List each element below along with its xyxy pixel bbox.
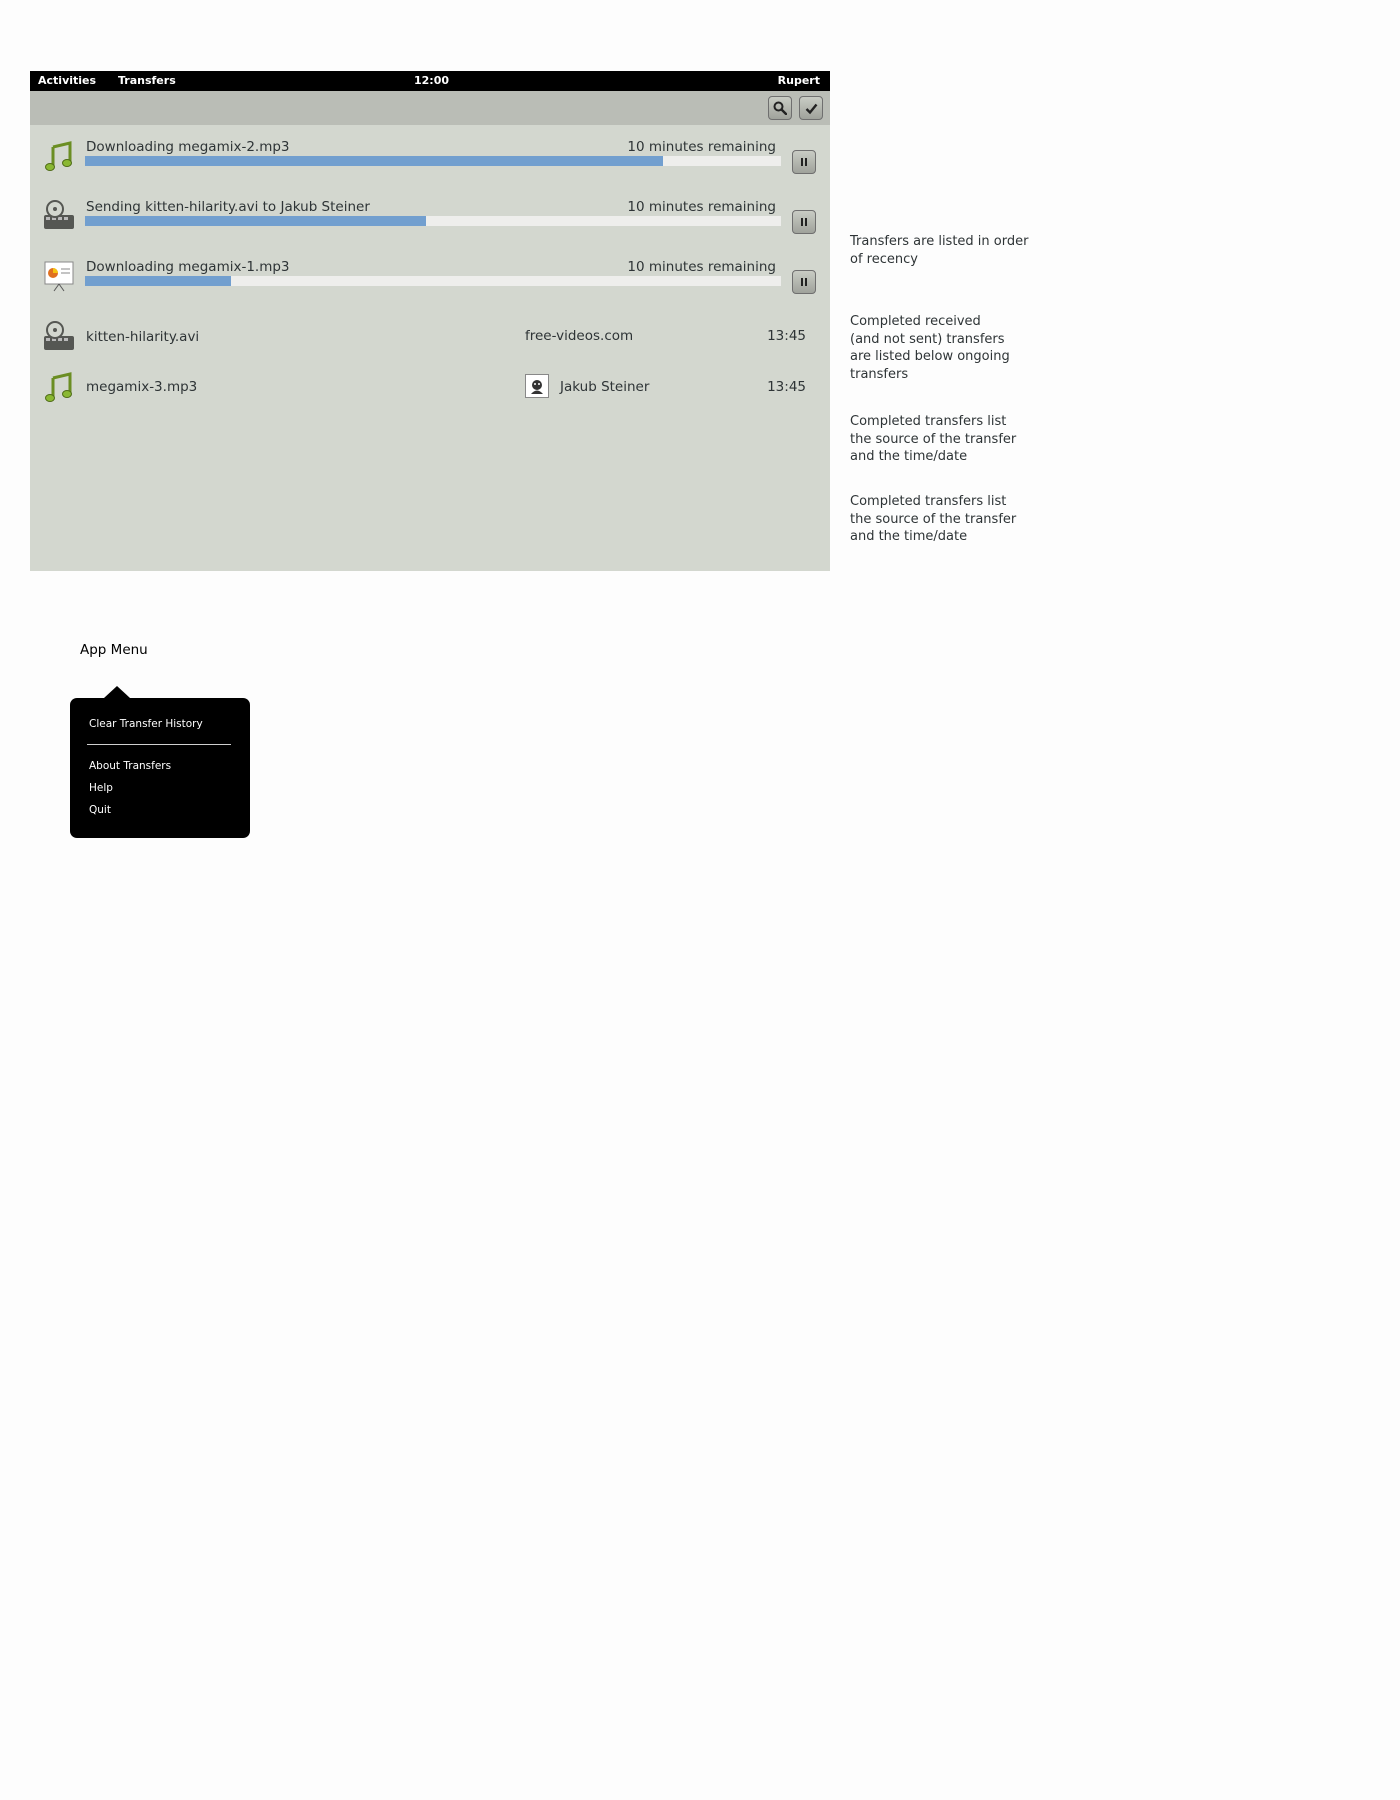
menu-item-quit[interactable]: Quit — [89, 804, 111, 816]
completed-row[interactable]: megamix-3.mp3 Jakub Steiner 13:45 — [30, 366, 830, 410]
menu-pointer — [104, 686, 130, 698]
time-remaining: 10 minutes remaining — [627, 139, 776, 155]
completed-row[interactable]: kitten-hilarity.avi free-videos.com 13:4… — [30, 316, 830, 360]
app-menu-button[interactable]: Transfers — [118, 75, 176, 87]
annotation-source-time: Completed transfers list the source of t… — [850, 414, 1017, 464]
pause-icon — [801, 158, 807, 166]
progress-bar — [85, 276, 781, 286]
time-remaining: 10 minutes remaining — [627, 259, 776, 275]
presentation-file-icon — [44, 261, 74, 292]
clock[interactable]: 12:00 — [414, 75, 449, 87]
progress-fill — [85, 276, 232, 286]
transfer-source: Jakub Steiner — [560, 379, 650, 395]
video-file-icon — [44, 321, 74, 350]
activities-button[interactable]: Activities — [38, 75, 96, 87]
transfer-row[interactable]: Sending kitten-hilarity.avi to Jakub Ste… — [30, 191, 830, 247]
transfer-time: 13:45 — [767, 328, 806, 344]
progress-fill — [85, 156, 663, 166]
transfer-title: Sending kitten-hilarity.avi to Jakub Ste… — [86, 199, 370, 215]
pause-button[interactable] — [792, 270, 816, 294]
file-name: megamix-3.mp3 — [86, 379, 198, 395]
app-menu-popover: Clear Transfer History About Transfers H… — [70, 698, 250, 838]
search-icon — [773, 101, 787, 115]
contact-avatar-icon — [529, 378, 545, 394]
file-name: kitten-hilarity.avi — [86, 329, 200, 345]
checkmark-icon — [805, 103, 817, 114]
pause-icon — [801, 278, 807, 286]
audio-file-icon — [45, 372, 72, 402]
avatar — [525, 374, 549, 398]
menu-separator — [87, 744, 231, 745]
progress-fill — [85, 216, 427, 226]
header-bar — [30, 91, 830, 125]
user-menu[interactable]: Rupert — [778, 75, 820, 87]
audio-file-icon — [45, 141, 72, 171]
progress-bar — [85, 156, 781, 166]
annotation-completed-received: Completed received (and not sent) transf… — [850, 314, 1010, 382]
search-button[interactable] — [768, 96, 792, 120]
annotation-recency: Transfers are listed in order of recency — [850, 234, 1029, 267]
top-bar: Activities Transfers 12:00 Rupert — [30, 71, 830, 91]
pause-icon — [801, 218, 807, 226]
pause-button[interactable] — [792, 210, 816, 234]
annotation-source-time-duplicate: Completed transfers list the source of t… — [850, 494, 1017, 544]
transfer-title: Downloading megamix-1.mp3 — [86, 259, 290, 275]
time-remaining: 10 minutes remaining — [627, 199, 776, 215]
selection-mode-button[interactable] — [799, 96, 823, 120]
transfer-time: 13:45 — [767, 379, 806, 395]
progress-bar — [85, 216, 781, 226]
menu-item-clear-history[interactable]: Clear Transfer History — [89, 718, 203, 730]
transfer-row[interactable]: Downloading megamix-1.mp3 10 minutes rem… — [30, 251, 830, 307]
video-file-icon — [44, 200, 74, 229]
transfer-title: Downloading megamix-2.mp3 — [86, 139, 290, 155]
transfers-window: Activities Transfers 12:00 Rupert Downlo… — [30, 71, 830, 571]
transfer-row[interactable]: Downloading megamix-2.mp3 10 minutes rem… — [30, 131, 830, 187]
app-menu-caption: App Menu — [80, 642, 148, 658]
menu-item-about[interactable]: About Transfers — [89, 760, 171, 772]
transfer-source: free-videos.com — [525, 328, 634, 344]
menu-item-help[interactable]: Help — [89, 782, 113, 794]
pause-button[interactable] — [792, 150, 816, 174]
